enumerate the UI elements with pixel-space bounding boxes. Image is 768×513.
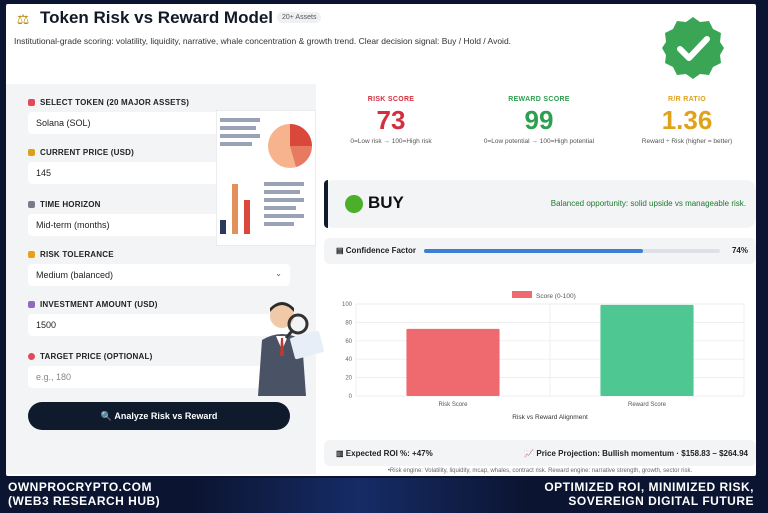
slogan-line-1: OPTIMIZED ROI, MINIMIZED RISK, — [544, 480, 754, 494]
analyst-illustration — [258, 302, 324, 396]
ratio-note: Reward ÷ Risk (higher = better) — [641, 138, 733, 145]
x-axis-label: Risk vs Reward Alignment — [512, 414, 588, 421]
y-tick-label: 100 — [342, 302, 353, 308]
x-tick-label: Reward Score — [628, 402, 667, 408]
reward-score-label: REWARD SCORE — [508, 96, 570, 103]
horizon-label: TIME HORIZON — [28, 200, 101, 209]
engine-footnote: •Risk engine: Volatility, liquidity, mca… — [387, 468, 693, 474]
site-tagline: (WEB3 RESEARCH HUB) — [8, 494, 161, 508]
analyze-button[interactable]: 🔍 Analyze Risk vs Reward — [28, 402, 290, 430]
legend-label: Score (0-100) — [536, 293, 576, 300]
score-chart: Score (0-100) 0 20 40 60 80 100 Risk Score Rewar… — [324, 274, 756, 432]
x-tick-label: Risk Score — [438, 402, 468, 408]
confidence-row: ▤ Confidence Factor 74% — [324, 238, 756, 264]
score-chart-svg: Score (0-100) 0 20 40 60 80 100 Risk Score Rewar… — [342, 291, 745, 421]
bar-risk-score — [406, 328, 500, 396]
clock-icon — [28, 201, 35, 208]
signal-accent — [324, 180, 328, 228]
projection-row: ▥ Expected ROI %: +47% 📈 Price Projectio… — [324, 440, 756, 466]
site-name: OWNPROCRYPTO.COM — [8, 480, 153, 494]
y-tick-label: 0 — [349, 394, 353, 400]
ratio-label: R/R RATIO — [668, 96, 706, 103]
reward-score-note: 0=Low potential → 100=High potential — [483, 138, 595, 145]
signal-description: Balanced opportunity: solid upside vs ma… — [550, 199, 746, 208]
money-icon — [28, 301, 35, 308]
slogan-banner: OPTIMIZED ROI, MINIMIZED RISK, SOVEREIGN… — [544, 480, 754, 508]
risk-score-note: 0=Low risk → 100=High risk — [350, 138, 432, 145]
risk-tolerance-select[interactable]: Medium (balanced) ⌄ — [28, 264, 290, 286]
scale-icon: ⚖ — [16, 11, 30, 27]
investment-label: INVESTMENT AMOUNT (USD) — [28, 300, 158, 309]
legend-swatch — [512, 291, 532, 298]
risk-score-card: RISK SCORE 73 0=Low risk → 100=High risk — [324, 90, 458, 156]
price-projection: 📈 Price Projection: Bullish momentum · $… — [524, 449, 748, 458]
risk-score-value: 73 — [376, 105, 406, 135]
report-illustration — [216, 110, 316, 246]
confidence-label: ▤ Confidence Factor — [336, 246, 417, 255]
ratio-card: R/R RATIO 1.36 Reward ÷ Risk (higher = b… — [620, 90, 754, 156]
page-subtitle: Institutional-grade scoring: volatility,… — [14, 36, 512, 46]
chevron-down-icon: ⌄ — [275, 269, 282, 278]
confidence-percent: 74% — [731, 246, 748, 255]
y-tick-label: 80 — [345, 320, 352, 326]
ratio-value: 1.36 — [661, 105, 713, 135]
price-icon — [28, 149, 35, 156]
chart-icon: ▤ — [336, 246, 346, 255]
confidence-track — [424, 249, 720, 253]
reward-score-value: 99 — [524, 105, 554, 135]
reward-score-card: REWARD SCORE 99 0=Low potential → 100=Hi… — [472, 90, 606, 156]
site-banner: OWNPROCRYPTO.COM (WEB3 RESEARCH HUB) — [8, 480, 160, 508]
assets-badge: 20+ Assets — [277, 12, 322, 23]
y-tick-label: 20 — [345, 376, 352, 382]
target-label: TARGET PRICE (OPTIONAL) — [28, 352, 152, 361]
app-window: ⚖ Token Risk vs Reward Model 20+ Assets … — [6, 4, 756, 476]
risk-tolerance-label: RISK TOLERANCE — [28, 250, 114, 259]
expected-roi: ▥ Expected ROI %: +47% — [336, 449, 433, 458]
price-label: CURRENT PRICE (USD) — [28, 148, 134, 157]
target-input[interactable]: e.g., 180 — [28, 366, 290, 388]
bar-reward-score — [600, 304, 694, 396]
signal-label: BUY — [368, 193, 404, 212]
slogan-line-2: SOVEREIGN DIGITAL FUTURE — [568, 494, 754, 508]
chart-icon: ▥ — [336, 449, 346, 458]
check-badge-icon — [662, 17, 724, 79]
risk-tolerance-value: Medium (balanced) — [36, 270, 114, 280]
page-title: Token Risk vs Reward Model — [40, 8, 274, 27]
risk-score-label: RISK SCORE — [367, 96, 415, 103]
confidence-fill — [424, 249, 644, 253]
page-frame: ⚖ Token Risk vs Reward Model 20+ Assets … — [0, 0, 768, 513]
y-tick-label: 60 — [345, 339, 352, 345]
token-label: SELECT TOKEN (20 MAJOR ASSETS) — [28, 98, 189, 107]
banner-glow — [190, 478, 530, 513]
warning-icon — [28, 251, 35, 258]
trend-icon: 📈 — [524, 449, 537, 458]
y-tick-label: 40 — [345, 357, 352, 363]
signal-panel: BUY Balanced opportunity: solid upside v… — [324, 180, 756, 228]
pin-icon — [28, 99, 35, 106]
investment-input[interactable]: 1500 — [28, 314, 290, 336]
search-icon: 🔍 — [100, 411, 115, 421]
target-icon — [28, 353, 35, 360]
green-dot-icon — [345, 195, 363, 213]
